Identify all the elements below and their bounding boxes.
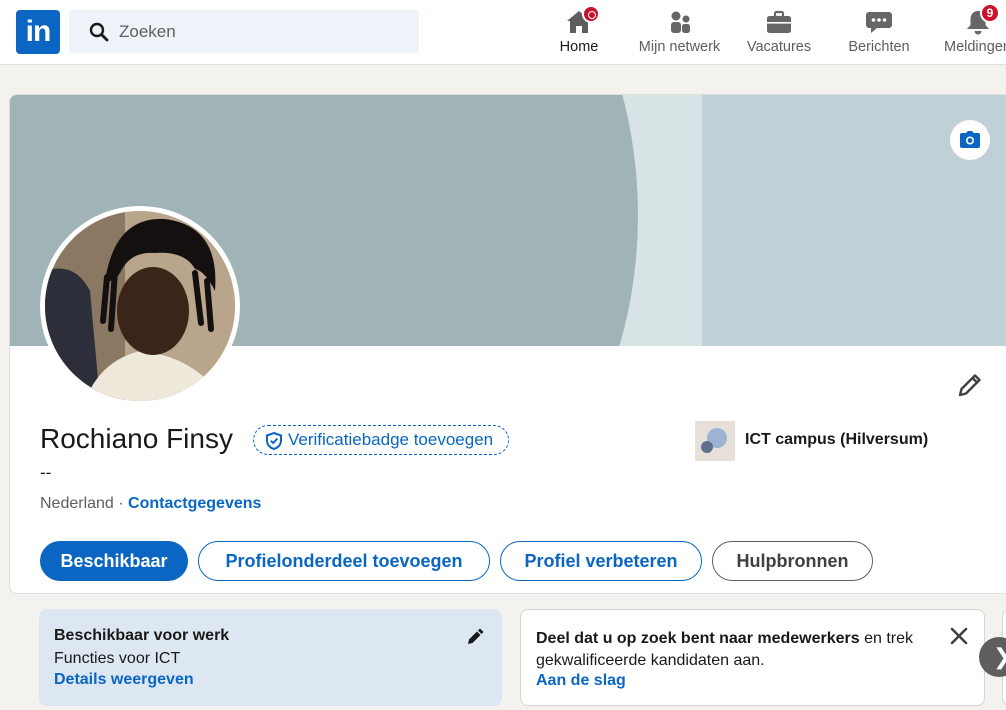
top-navigation-bar: in Home Mijn netwerk Vacatures xyxy=(0,0,1006,65)
verification-badge-button[interactable]: Verificatiebadge toevoegen xyxy=(253,425,510,455)
hiring-text-bold: Deel dat u op zoek bent naar medewerkers xyxy=(536,630,860,647)
hiring-text: Deel dat u op zoek bent naar medewerkers… xyxy=(536,628,946,672)
nav-notifications-label: Meldingen xyxy=(944,39,1006,55)
organization-logo xyxy=(695,421,735,461)
nav-my-network[interactable]: Mijn netwerk xyxy=(632,0,727,64)
profile-photo[interactable] xyxy=(40,206,240,406)
briefcase-icon xyxy=(767,10,791,33)
chevron-right-icon: ❯ xyxy=(993,644,1006,669)
profile-headline: -- xyxy=(40,463,52,482)
nav-messaging-label: Berichten xyxy=(848,39,910,55)
open-to-work-title: Beschikbaar voor werk xyxy=(54,627,230,644)
profile-location-line: Nederland · Contactgegevens xyxy=(40,495,261,513)
contact-info-link[interactable]: Contactgegevens xyxy=(128,495,261,512)
enhance-profile-button[interactable]: Profiel verbeteren xyxy=(500,541,702,581)
chat-bubble-icon xyxy=(866,12,892,33)
open-to-work-subtitle: Functies voor ICT xyxy=(54,650,181,667)
notification-count-badge: 9 xyxy=(980,3,1000,23)
nav-messaging[interactable]: Berichten xyxy=(842,0,916,64)
edit-intro-pencil-icon[interactable] xyxy=(956,371,984,399)
search-input[interactable] xyxy=(119,10,409,53)
edit-banner-button[interactable] xyxy=(950,120,990,160)
hiring-card: Deel dat u op zoek bent naar medewerkers… xyxy=(520,609,985,706)
nav-jobs[interactable]: Vacatures xyxy=(744,0,814,64)
close-icon[interactable] xyxy=(949,626,969,646)
shield-check-icon xyxy=(266,432,282,450)
resources-button[interactable]: Hulpbronnen xyxy=(712,541,873,581)
hiring-get-started-link[interactable]: Aan de slag xyxy=(536,672,626,690)
nav-my-network-label: Mijn netwerk xyxy=(638,39,721,55)
edit-open-to-work-pencil-icon[interactable] xyxy=(465,625,487,647)
verification-badge-label: Verificatiebadge toevoegen xyxy=(288,430,494,449)
search-box[interactable] xyxy=(69,10,419,53)
nav-jobs-label: Vacatures xyxy=(746,39,812,55)
organization-name: ICT campus (Hilversum) xyxy=(745,431,929,448)
profile-photo-image xyxy=(45,211,235,401)
nav-home-label: Home xyxy=(559,39,599,55)
home-notification-dot xyxy=(582,5,600,23)
add-profile-section-button[interactable]: Profielonderdeel toevoegen xyxy=(198,541,490,581)
search-icon xyxy=(89,22,109,42)
camera-icon xyxy=(960,131,980,148)
open-to-work-card: Beschikbaar voor werk Functies voor ICT … xyxy=(39,609,502,706)
people-icon xyxy=(670,11,690,33)
profile-card: Rochiano Finsy Verificatiebadge toevoege… xyxy=(9,94,1006,594)
profile-location: Nederland xyxy=(40,495,114,512)
nav-home[interactable]: Home xyxy=(548,0,610,64)
nav-notifications[interactable]: 9 Meldingen xyxy=(940,0,1006,64)
linkedin-logo[interactable]: in xyxy=(16,10,60,54)
profile-name: Rochiano Finsy xyxy=(40,423,233,454)
open-to-button[interactable]: Beschikbaar xyxy=(40,541,188,581)
location-separator: · xyxy=(113,495,129,512)
open-to-work-details-link[interactable]: Details weergeven xyxy=(54,671,194,689)
